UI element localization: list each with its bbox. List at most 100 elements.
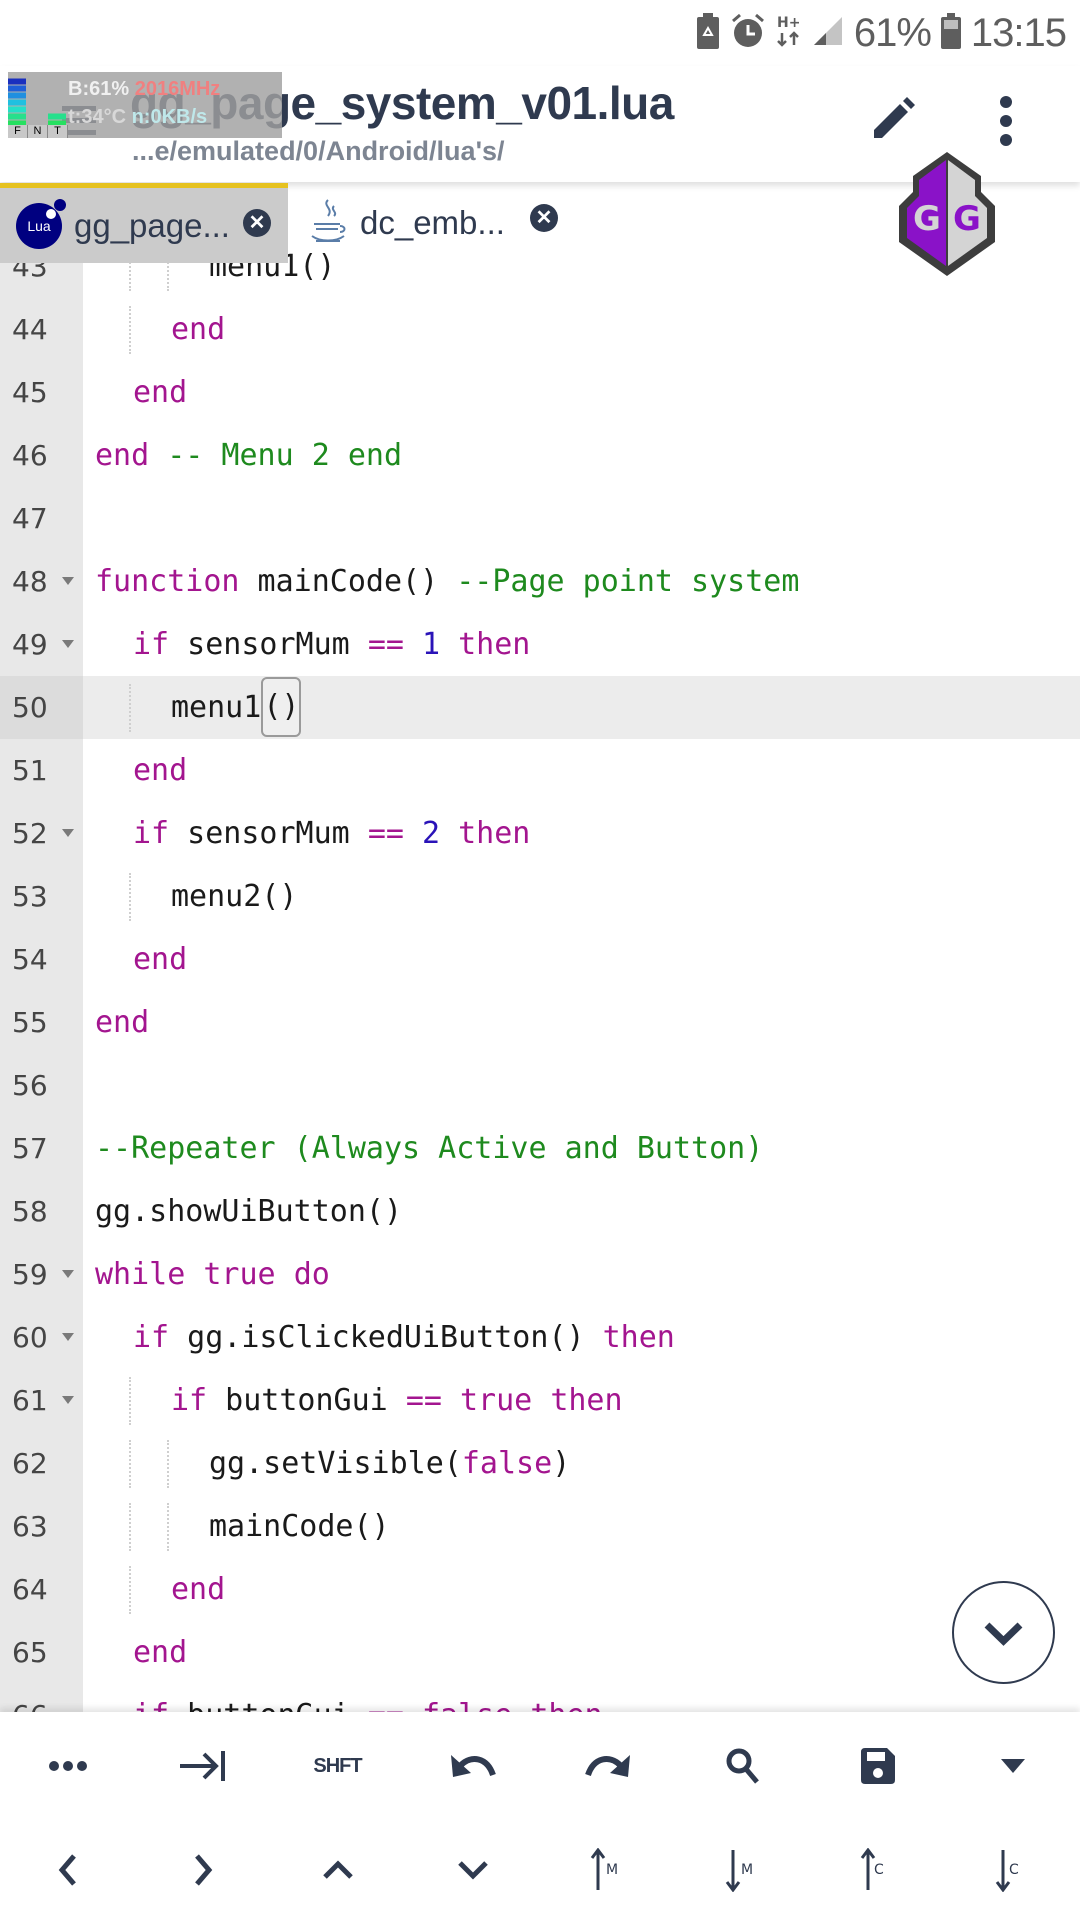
code-line[interactable]: 46 end -- Menu 2 end: [0, 424, 1080, 487]
code-line[interactable]: 48 function mainCode() --Page point syste…: [0, 550, 1080, 613]
cursor-right-button[interactable]: [135, 1820, 270, 1920]
shift-button[interactable]: SHFT: [270, 1716, 405, 1816]
tab-gg-page[interactable]: Lua gg_page... ✕: [0, 183, 288, 263]
toolbar-row-2: M M C C: [0, 1820, 1080, 1920]
battery-percent: 61%: [853, 10, 932, 55]
dropdown-button[interactable]: [945, 1716, 1080, 1816]
tab-dc-emb[interactable]: dc_emb... ✕: [300, 183, 570, 263]
code-text: end -- Menu 2 end: [95, 424, 402, 487]
code-text: while true do: [95, 1243, 330, 1306]
code-token: buttonGui: [207, 1382, 406, 1418]
code-token: false: [422, 1698, 512, 1713]
svg-text:C: C: [1009, 1862, 1019, 1878]
code-line[interactable]: 60 if gg.isClickedUiButton() then: [0, 1306, 1080, 1369]
pencil-icon[interactable]: [866, 94, 918, 146]
fold-toggle-icon[interactable]: [62, 1395, 74, 1404]
fold-toggle-icon[interactable]: [62, 1332, 74, 1341]
line-number: 58: [12, 1194, 48, 1228]
line-number: 51: [12, 753, 48, 787]
tab-key-icon: [179, 1751, 225, 1781]
code-line[interactable]: 58 gg.showUiButton(): [0, 1180, 1080, 1243]
code-token: gg.isClickedUiButton(): [169, 1319, 603, 1355]
more-vert-icon[interactable]: [990, 96, 1022, 148]
alarm-icon: [730, 13, 766, 54]
more-button[interactable]: [0, 1716, 135, 1816]
move-line-down-button[interactable]: M: [675, 1820, 810, 1920]
cursor-down-button[interactable]: [405, 1820, 540, 1920]
code-line[interactable]: 61 if buttonGui == true then: [0, 1369, 1080, 1432]
search-button[interactable]: [675, 1716, 810, 1816]
chevron-up-icon: [322, 1860, 353, 1879]
fold-toggle-icon[interactable]: [62, 828, 74, 837]
code-token: ==: [368, 1698, 404, 1713]
code-line[interactable]: 53 menu2(): [0, 865, 1080, 928]
code-token: end: [133, 941, 188, 977]
indent-guide: [129, 872, 132, 921]
code-text: end: [133, 361, 187, 424]
line-number: 45: [12, 375, 48, 409]
code-token: buttonGui: [169, 1698, 368, 1713]
code-line[interactable]: 45 end: [0, 361, 1080, 424]
code-line[interactable]: 64 end: [0, 1558, 1080, 1621]
more-horiz-icon: [48, 1761, 87, 1771]
code-line[interactable]: 47: [0, 487, 1080, 550]
code-token: if: [133, 1698, 169, 1713]
code-token: mainCode(): [239, 563, 457, 599]
code-line[interactable]: 51 end: [0, 739, 1080, 802]
code-line[interactable]: 56: [0, 1054, 1080, 1117]
gameguardian-icon[interactable]: G G: [893, 150, 1001, 278]
indent-guide: [129, 1439, 132, 1488]
code-line[interactable]: 54 end: [0, 928, 1080, 991]
tab-key-button[interactable]: [135, 1716, 270, 1816]
code-line[interactable]: 44 end: [0, 298, 1080, 361]
code-token: end: [171, 311, 226, 347]
fold-toggle-icon[interactable]: [62, 576, 74, 585]
redo-button[interactable]: [540, 1716, 675, 1816]
search-icon: [726, 1748, 759, 1784]
close-tab-icon[interactable]: ✕: [243, 209, 271, 237]
fold-toggle-icon[interactable]: [62, 639, 74, 648]
line-number: 62: [12, 1446, 48, 1480]
cursor-up-button[interactable]: [270, 1820, 405, 1920]
copy-line-down-button[interactable]: C: [945, 1820, 1080, 1920]
code-line[interactable]: 49 if sensorMum == 1 then: [0, 613, 1080, 676]
scroll-down-button[interactable]: [952, 1581, 1055, 1684]
chevron-down-icon: [984, 1622, 1023, 1646]
move-line-up-button[interactable]: M: [540, 1820, 675, 1920]
close-tab-icon[interactable]: ✕: [530, 204, 558, 232]
code-token: if: [133, 1319, 170, 1355]
cursor-left-button[interactable]: [0, 1820, 135, 1920]
code-token: ==: [405, 1382, 442, 1418]
code-token: menu1: [171, 689, 262, 725]
copy-line-up-button[interactable]: C: [810, 1820, 945, 1920]
code-line[interactable]: 66 if buttonGui == false then: [0, 1684, 1080, 1713]
save-button[interactable]: [810, 1716, 945, 1816]
code-text: end: [171, 298, 225, 361]
code-line[interactable]: 59 while true do: [0, 1243, 1080, 1306]
code-line[interactable]: 62 gg.setVisible(false): [0, 1432, 1080, 1495]
svg-text:G: G: [913, 199, 941, 239]
code-token: 1: [422, 626, 441, 662]
line-number: 57: [12, 1131, 48, 1165]
code-line[interactable]: 52 if sensorMum == 2 then: [0, 802, 1080, 865]
battery-saver-icon: [696, 12, 720, 54]
code-text: end: [133, 928, 187, 991]
code-token: --Page point system: [456, 563, 800, 599]
code-line[interactable]: 55 end: [0, 991, 1080, 1054]
code-line[interactable]: 50 menu1(): [0, 675, 1080, 739]
arrow-up-c-icon: C: [860, 1848, 884, 1890]
code-token: do: [293, 1256, 330, 1292]
code-line[interactable]: 63 mainCode(): [0, 1495, 1080, 1558]
code-token: sensorMum: [169, 815, 368, 851]
code-line[interactable]: 57 --Repeater (Always Active and Button): [0, 1117, 1080, 1180]
code-token: sensorMum: [169, 626, 368, 662]
code-line[interactable]: 65 end: [0, 1621, 1080, 1684]
line-number: 50: [0, 675, 83, 739]
code-editor[interactable]: 43 menu1() 44 end 45 end 46 end -- Menu 2 end 47…: [0, 183, 1080, 1712]
undo-button[interactable]: [405, 1716, 540, 1816]
clock: 13:15: [970, 10, 1067, 55]
code-text: menu1(): [171, 676, 302, 739]
fold-toggle-icon[interactable]: [62, 1269, 74, 1278]
